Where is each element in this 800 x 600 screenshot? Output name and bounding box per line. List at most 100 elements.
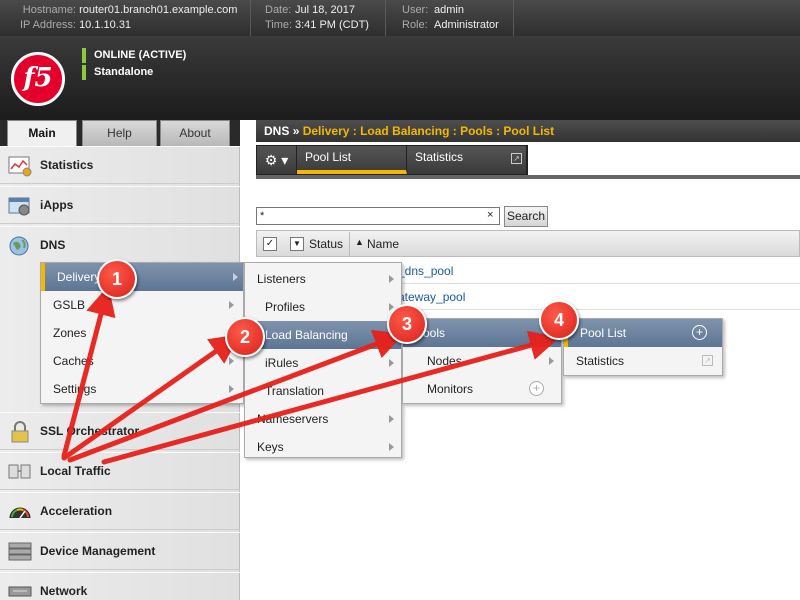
sort-ascending-icon: ▲ xyxy=(355,237,364,247)
menu-item-monitors[interactable]: Monitors + xyxy=(403,375,561,403)
add-icon[interactable]: + xyxy=(529,381,544,396)
chevron-right-icon xyxy=(229,385,234,393)
user-label: User: xyxy=(402,4,429,16)
nav-ssl-orchestrator[interactable]: SSL Orchestrator xyxy=(0,412,240,450)
local-traffic-icon xyxy=(8,464,31,479)
nav-label: iApps xyxy=(40,198,74,212)
ip-value: 10.1.10.31 xyxy=(79,19,132,31)
breadcrumb-separator: » xyxy=(292,124,300,138)
menu-item-nodes[interactable]: Nodes xyxy=(403,347,561,375)
divider xyxy=(256,175,800,179)
chevron-right-icon xyxy=(229,301,234,309)
menu-item-keys[interactable]: Keys xyxy=(245,433,401,461)
nav-label: Device Management xyxy=(40,544,156,558)
grid-header: ✓ ▼ Status ▲ Name xyxy=(256,230,800,257)
nav-label: Local Traffic xyxy=(40,464,111,478)
gear-icon[interactable]: ⚙ ▾ xyxy=(257,146,297,174)
nav-network[interactable]: Network xyxy=(0,572,240,600)
menu-item-caches[interactable]: Caches xyxy=(41,347,243,375)
external-link-icon: ↗ xyxy=(511,153,522,164)
tab-main[interactable]: Main xyxy=(7,120,77,146)
nav-statistics[interactable]: Statistics xyxy=(0,146,240,184)
nav-label: Acceleration xyxy=(40,504,113,518)
clear-search-icon[interactable]: × xyxy=(487,209,493,221)
server-stack-icon xyxy=(8,542,32,561)
hostname-value: router01.branch01.example.com xyxy=(79,4,238,16)
breadcrumb-section[interactable]: DNS xyxy=(264,124,289,138)
globe-icon xyxy=(9,236,29,256)
dns-submenu: Delivery GSLB Zones Caches Settings xyxy=(40,262,244,404)
menu-item-zones[interactable]: Zones xyxy=(41,319,243,347)
menu-item-nameservers[interactable]: Nameservers xyxy=(245,405,401,433)
speedometer-icon xyxy=(9,507,31,519)
user-block: User: admin Role: Administrator xyxy=(402,3,499,33)
chevron-right-icon xyxy=(229,357,234,365)
datetime-block: Date: Jul 18, 2017 Time: 3:41 PM (CDT) xyxy=(265,3,369,33)
subtab-pool-list[interactable]: Pool List xyxy=(297,146,407,174)
nav-acceleration[interactable]: Acceleration xyxy=(0,492,240,530)
status-filter-dropdown[interactable]: ▼ xyxy=(290,237,304,251)
tab-about[interactable]: About xyxy=(160,120,230,146)
role-value: Administrator xyxy=(434,19,499,31)
menu-item-pool-list[interactable]: Pool List + xyxy=(564,319,722,347)
time-label: Time: xyxy=(265,19,293,31)
menu-item-statistics[interactable]: Statistics ↗ xyxy=(564,347,722,375)
role-label: Role: xyxy=(402,19,428,31)
subtab-statistics[interactable]: Statistics ↗ xyxy=(407,146,527,174)
callout-marker-4: 4 xyxy=(539,300,579,340)
ip-label: IP Address: xyxy=(19,19,76,31)
user-value: admin xyxy=(434,4,464,16)
time-value: 3:41 PM (CDT) xyxy=(295,19,369,31)
tab-help[interactable]: Help xyxy=(82,120,157,146)
date-label: Date: xyxy=(265,4,292,16)
menu-item-load-balancing[interactable]: Load Balancing xyxy=(245,321,401,349)
breadcrumb: DNS » Delivery : Load Balancing : Pools … xyxy=(256,120,800,142)
menu-item-irules[interactable]: iRules xyxy=(245,349,401,377)
nav-iapps[interactable]: iApps xyxy=(0,186,240,224)
column-header-name[interactable]: Name xyxy=(367,237,399,251)
chevron-right-icon xyxy=(233,273,238,281)
header-divider xyxy=(513,0,514,36)
callout-marker-1: 1 xyxy=(97,259,137,299)
add-icon[interactable]: + xyxy=(692,325,707,340)
f5-logo[interactable]: f5 xyxy=(11,52,65,106)
search-input[interactable]: * xyxy=(256,207,500,225)
search-button[interactable]: Search xyxy=(504,206,548,227)
delivery-submenu: Listeners Profiles Load Balancing iRules… xyxy=(244,262,402,458)
status-band: f5 ONLINE (ACTIVE) Standalone xyxy=(0,36,800,120)
external-link-icon: ↗ xyxy=(702,355,713,366)
menu-item-profiles[interactable]: Profiles xyxy=(245,293,401,321)
statistics-chart-icon xyxy=(8,156,32,177)
pool-link[interactable]: _dns_pool xyxy=(398,264,453,278)
hostname-label: Hostname: xyxy=(22,4,76,16)
system-info-bar: Hostname: router01.branch01.example.com … xyxy=(0,0,800,36)
nav-local-traffic[interactable]: Local Traffic xyxy=(0,452,240,490)
nav-label: Statistics xyxy=(40,158,94,172)
menu-item-gslb[interactable]: GSLB xyxy=(41,291,243,319)
left-tab-bar: Main Help About xyxy=(0,120,240,146)
hostname-block: Hostname: router01.branch01.example.com … xyxy=(18,3,238,33)
device-mode: Standalone xyxy=(82,65,153,80)
nav-device-management[interactable]: Device Management xyxy=(0,532,240,570)
breadcrumb-path: Delivery : Load Balancing : Pools : Pool… xyxy=(302,124,555,138)
header-divider xyxy=(250,0,251,36)
menu-item-listeners[interactable]: Listeners xyxy=(245,265,401,293)
pool-link[interactable]: ateway_pool xyxy=(398,290,465,304)
column-header-status[interactable]: Status xyxy=(309,237,343,251)
menu-item-settings[interactable]: Settings xyxy=(41,375,243,403)
header-divider xyxy=(385,0,386,36)
column-divider xyxy=(349,232,350,256)
pools-submenu: Pool List + Statistics ↗ xyxy=(563,318,723,376)
menu-item-delivery[interactable]: Delivery xyxy=(41,263,243,291)
padlock-icon xyxy=(11,421,29,443)
menu-item-translation[interactable]: Translation xyxy=(245,377,401,405)
date-value: Jul 18, 2017 xyxy=(295,4,355,16)
chevron-right-icon xyxy=(389,443,394,451)
iapps-icon xyxy=(8,197,30,216)
sub-tab-bar: ⚙ ▾ Pool List Statistics ↗ xyxy=(256,145,528,175)
chevron-right-icon xyxy=(389,415,394,423)
network-icon xyxy=(8,586,32,597)
callout-marker-3: 3 xyxy=(387,304,427,344)
chevron-right-icon xyxy=(549,357,554,365)
select-all-checkbox[interactable]: ✓ xyxy=(263,237,277,251)
